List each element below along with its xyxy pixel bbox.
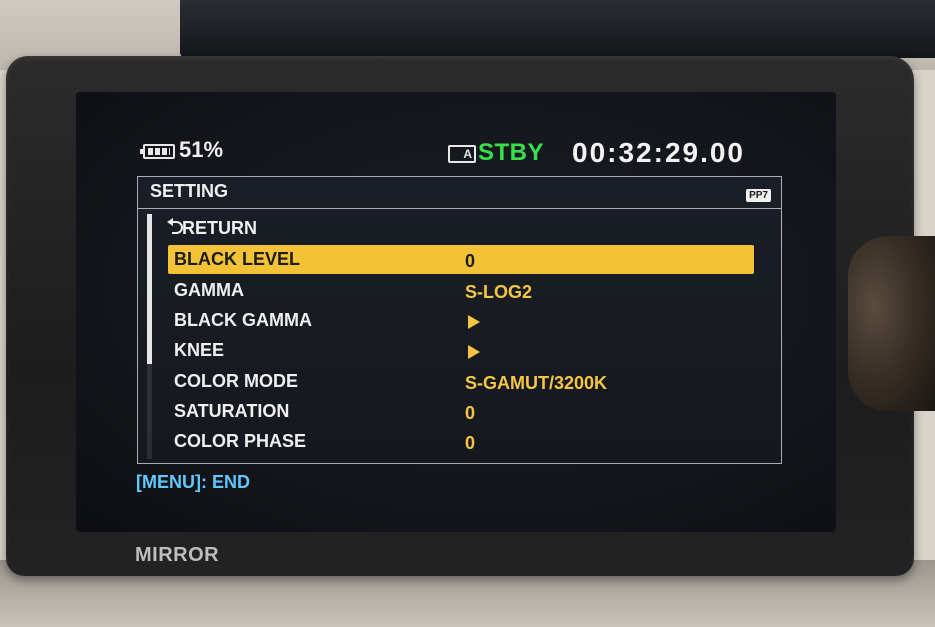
menu-header: SETTING PP7 (138, 177, 781, 209)
picture-profile-badge: PP7 (746, 189, 771, 202)
battery-icon (140, 144, 175, 159)
menu-item-color-mode[interactable]: COLOR MODE S-GAMUT/3200K (168, 367, 754, 396)
menu-item-black-gamma[interactable]: BLACK GAMMA (168, 306, 754, 335)
arrow-right-icon (468, 315, 480, 329)
menu-scrollbar-thumb[interactable] (147, 214, 152, 364)
menu-item-return[interactable]: RETURN (167, 214, 754, 243)
menu-item-black-level[interactable]: BLACK LEVEL 0 (168, 245, 754, 274)
menu-item-gamma[interactable]: GAMMA S-LOG2 (168, 276, 754, 305)
menu-item-label: COLOR PHASE (174, 431, 307, 451)
menu-item-label: GAMMA (174, 280, 244, 300)
menu-item-label: BLACK GAMMA (174, 310, 312, 330)
menu-item-label: COLOR MODE (174, 371, 298, 391)
background-monitor (180, 0, 935, 58)
record-state: STBY (478, 139, 545, 166)
menu-item-value: 0 (465, 433, 476, 453)
menu-item-saturation[interactable]: SATURATION 0 (168, 397, 754, 426)
menu-title: SETTING (150, 181, 229, 201)
menu-item-label: BLACK LEVEL (174, 249, 300, 269)
setting-menu: SETTING PP7 RETURN BLACK LEVEL 0 GAMMA S… (137, 176, 782, 464)
menu-item-value: S-LOG2 (465, 282, 533, 302)
menu-item-label: SATURATION (174, 401, 290, 421)
arrow-right-icon (468, 345, 480, 359)
menu-item-value: S-GAMUT/3200K (465, 373, 608, 393)
menu-item-label: RETURN (182, 218, 257, 238)
mirror-label: MIRROR (135, 544, 220, 566)
menu-item-knee[interactable]: KNEE (168, 336, 754, 365)
menu-scrollbar[interactable] (147, 214, 152, 459)
battery-percent: 51% (179, 137, 224, 162)
camera-knob (848, 236, 935, 411)
menu-item-value: 0 (465, 403, 476, 423)
menu-end-hint: [MENU]: END (136, 472, 250, 492)
menu-item-label: KNEE (174, 340, 225, 360)
timecode: 00:32:29.00 (572, 137, 746, 168)
menu-item-value: 0 (465, 251, 476, 271)
menu-item-color-phase[interactable]: COLOR PHASE 0 (168, 427, 754, 456)
media-slot-a-icon: A (448, 145, 476, 163)
